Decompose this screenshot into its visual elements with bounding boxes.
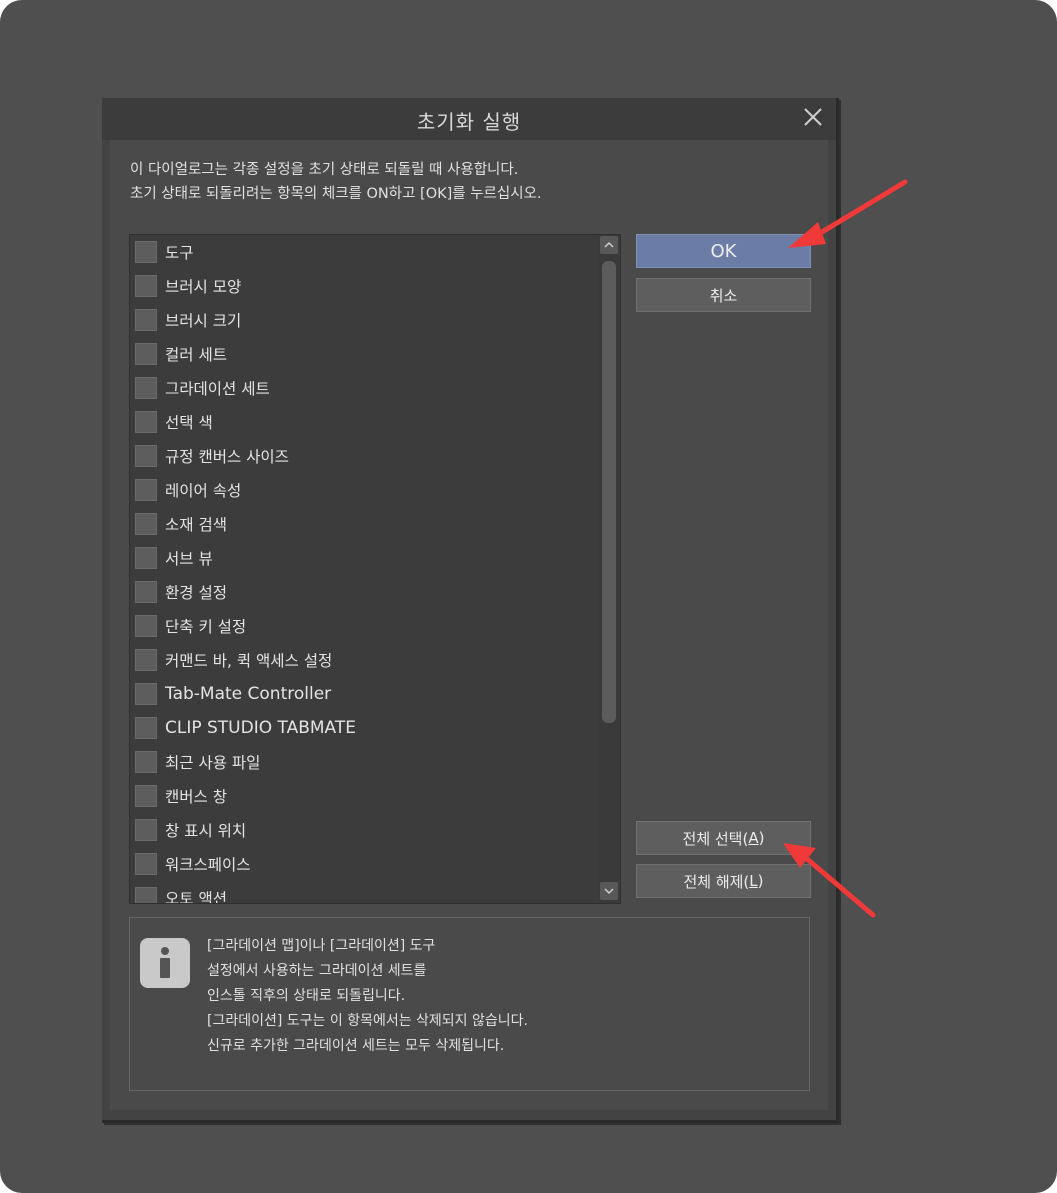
list-item[interactable]: CLIP STUDIO TABMATE	[135, 715, 356, 741]
select-all-shortcut: A	[748, 829, 759, 847]
reset-item-list[interactable]: 오토 액션 워크스페이스 창 표시 위치 캔버스 창 최근 사용 파일 CLIP STUD…	[129, 234, 621, 904]
list-item-label: 단축 키 설정	[165, 618, 247, 636]
select-all-button[interactable]: 전체 선택(A)	[636, 821, 811, 855]
info-text: [그라데이션 맵]이나 [그라데이션] 도구 설정에서 사용하는 그라데이션 세…	[207, 934, 528, 1059]
ok-button-label: OK	[710, 240, 737, 262]
info-line: 신규로 추가한 그라데이션 세트는 모두 삭제됩니다.	[207, 1038, 505, 1054]
dialog-title: 초기화 실행	[416, 110, 522, 134]
checkbox[interactable]	[135, 887, 157, 903]
checkbox[interactable]	[135, 751, 157, 773]
list-item-label: Tab-Mate Controller	[165, 684, 332, 704]
ok-button[interactable]: OK	[636, 234, 811, 268]
select-all-label: 전체 선택(	[682, 829, 749, 848]
checkbox[interactable]	[135, 649, 157, 671]
list-item[interactable]: 컬러 세트	[135, 341, 227, 367]
scrollbar-thumb[interactable]	[602, 261, 616, 723]
title-bar: 초기화 실행	[102, 98, 836, 140]
deselect-all-label: 전체 해제(	[683, 872, 750, 891]
list-item-label: 브러시 모양	[165, 278, 242, 296]
scroll-down-button[interactable]	[600, 882, 618, 900]
list-item-label: 그라데이션 세트	[165, 380, 270, 398]
info-line: [그라데이션 맵]이나 [그라데이션] 도구	[207, 938, 436, 954]
list-item[interactable]: 그라데이션 세트	[135, 375, 270, 401]
list-item-label: 환경 설정	[165, 584, 227, 602]
checkbox[interactable]	[135, 683, 157, 705]
checkbox[interactable]	[135, 785, 157, 807]
checkbox[interactable]	[135, 581, 157, 603]
reset-dialog: 초기화 실행 이 다이얼로그는 각종 설정을 초기 상태로 되돌릴 때 사용합니…	[102, 98, 839, 1123]
list-item[interactable]: 환경 설정	[135, 579, 227, 605]
list-item[interactable]: 오토 액션	[135, 885, 227, 904]
info-line: [그라데이션] 도구는 이 항목에서는 삭제되지 않습니다.	[207, 1013, 528, 1029]
checkbox[interactable]	[135, 479, 157, 501]
dialog-body: 이 다이얼로그는 각종 설정을 초기 상태로 되돌릴 때 사용합니다. 초기 상…	[110, 140, 828, 1110]
list-item-label: 오토 액션	[165, 890, 227, 904]
list-item-label: 워크스페이스	[165, 856, 251, 874]
list-item-label: 컬러 세트	[165, 346, 227, 364]
list-item-label: 규정 캔버스 사이즈	[165, 448, 289, 466]
dialog-description: 이 다이얼로그는 각종 설정을 초기 상태로 되돌릴 때 사용합니다. 초기 상…	[130, 158, 542, 206]
deselect-all-button[interactable]: 전체 해제(L)	[636, 864, 811, 898]
select-all-paren: )	[758, 829, 765, 847]
list-item[interactable]: 서브 뷰	[135, 545, 213, 571]
list-item-label: 서브 뷰	[165, 550, 213, 568]
list-item-label: 최근 사용 파일	[165, 754, 261, 772]
list-item[interactable]: 브러시 크기	[135, 307, 241, 333]
checkbox[interactable]	[135, 717, 157, 739]
list-item[interactable]: 선택 색	[135, 409, 213, 435]
checkbox[interactable]	[135, 615, 157, 637]
list-item-label: 캔버스 창	[165, 788, 227, 806]
list-item[interactable]: Tab-Mate Controller	[135, 681, 331, 707]
checkbox[interactable]	[135, 377, 157, 399]
vertical-scrollbar[interactable]	[599, 235, 619, 903]
checkbox[interactable]	[135, 275, 157, 297]
checkbox[interactable]	[135, 819, 157, 841]
deselect-all-shortcut: L	[749, 872, 758, 890]
list-item[interactable]: 단축 키 설정	[135, 613, 246, 639]
list-item-label: 커맨드 바, 퀵 액세스 설정	[165, 652, 333, 670]
checkbox[interactable]	[135, 411, 157, 433]
list-item-label: 선택 색	[165, 414, 213, 432]
list-item[interactable]: 창 표시 위치	[135, 817, 246, 843]
list-item-label: 도구	[165, 244, 194, 262]
cancel-button-label: 취소	[709, 286, 738, 305]
deselect-all-paren: )	[757, 872, 764, 890]
description-line: 초기 상태로 되돌리려는 항목의 체크를 ON하고 [OK]를 누르십시오.	[130, 186, 542, 202]
list-item[interactable]: 커맨드 바, 퀵 액세스 설정	[135, 647, 332, 673]
scroll-up-button[interactable]	[600, 236, 618, 254]
description-line: 이 다이얼로그는 각종 설정을 초기 상태로 되돌릴 때 사용합니다.	[130, 162, 519, 178]
info-icon	[140, 938, 190, 988]
checkbox[interactable]	[135, 241, 157, 263]
list-item[interactable]: 도구	[135, 239, 194, 265]
list-item-label: 창 표시 위치	[165, 822, 247, 840]
chevron-up-icon	[604, 241, 614, 248]
cancel-button[interactable]: 취소	[636, 278, 811, 312]
list-item-label: 브러시 크기	[165, 312, 242, 330]
chevron-down-icon	[604, 888, 614, 895]
list-item[interactable]: 레이어 속성	[135, 477, 241, 503]
list-item[interactable]: 규정 캔버스 사이즈	[135, 443, 289, 469]
close-icon[interactable]	[802, 106, 824, 128]
list-item-label: 레이어 속성	[165, 482, 242, 500]
list-item[interactable]: 소재 검색	[135, 511, 227, 537]
list-item[interactable]: 워크스페이스	[135, 851, 251, 877]
info-line: 설정에서 사용하는 그라데이션 세트를	[207, 963, 427, 979]
list-item-label: 소재 검색	[165, 516, 227, 534]
list-item[interactable]: 브러시 모양	[135, 273, 241, 299]
list-item[interactable]: 최근 사용 파일	[135, 749, 260, 775]
checkbox[interactable]	[135, 513, 157, 535]
list-item[interactable]: 캔버스 창	[135, 783, 227, 809]
checkbox[interactable]	[135, 343, 157, 365]
list-item-label: CLIP STUDIO TABMATE	[165, 718, 356, 738]
checkbox[interactable]	[135, 309, 157, 331]
checkbox[interactable]	[135, 445, 157, 467]
info-panel: [그라데이션 맵]이나 [그라데이션] 도구 설정에서 사용하는 그라데이션 세…	[129, 917, 810, 1091]
checkbox[interactable]	[135, 547, 157, 569]
info-line: 인스톨 직후의 상태로 되돌립니다.	[207, 988, 406, 1004]
checkbox[interactable]	[135, 853, 157, 875]
